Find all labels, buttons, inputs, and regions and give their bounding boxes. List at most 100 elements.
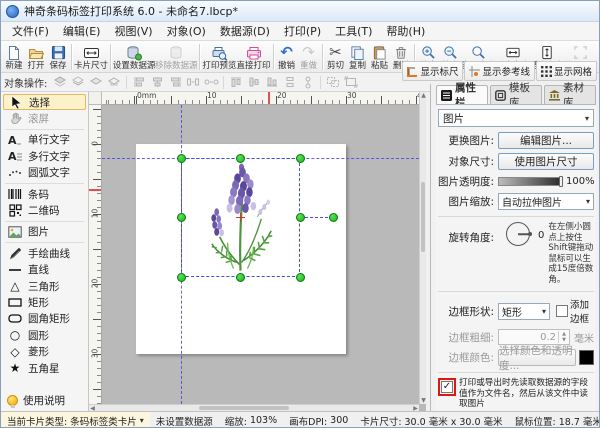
scroll-left-arrow[interactable]: ◀ <box>89 405 96 411</box>
pen-icon <box>7 246 23 260</box>
handle-bottom-right[interactable] <box>295 272 305 282</box>
menu-datasource[interactable]: 数据源(D) <box>213 22 277 41</box>
tool-qrcode[interactable]: 二维码 <box>1 202 88 218</box>
properties-list-icon <box>441 89 452 101</box>
canvas-horizontal-scrollbar[interactable]: ◀ ▶ <box>89 404 419 411</box>
tab-properties[interactable]: 属性栏 <box>436 82 488 109</box>
title-bar: 神奇条码标签打印系统 6.0 - 未命名7.lbcp* <box>1 1 599 22</box>
tool-triangle[interactable]: △ 三角形 <box>1 278 88 294</box>
save-button[interactable]: 保存 <box>47 42 69 72</box>
print-preview-button[interactable]: 打印预览 <box>202 42 236 72</box>
card-size-icon <box>83 44 100 61</box>
tab-materials[interactable]: 素材库 <box>544 82 596 109</box>
cut-button[interactable]: ✂ 剪切 <box>324 42 346 72</box>
multi-text-icon: A <box>7 149 23 163</box>
menu-help[interactable]: 帮助(H) <box>379 22 432 41</box>
rotation-hint-text: 在左侧小圆点上按住Shift键拖动鼠标可以生成15度倍数角。 <box>548 222 594 285</box>
align-right-icon <box>167 75 183 90</box>
border-shape-dropdown[interactable]: 矩形 ▾ <box>498 302 550 320</box>
show-guides-button[interactable]: 显示参考线 <box>464 61 535 81</box>
tool-star[interactable]: ★ 五角星 <box>1 360 88 376</box>
menu-print[interactable]: 打印(P) <box>277 22 328 41</box>
undo-button[interactable]: ↶ 撤销 <box>276 42 298 72</box>
zoom-in-icon <box>421 44 436 61</box>
menu-file[interactable]: 文件(F) <box>5 22 56 41</box>
add-border-checkbox[interactable] <box>556 305 568 317</box>
tool-rounded-rectangle[interactable]: 圆角矩形 <box>1 311 88 327</box>
opacity-slider-knob[interactable] <box>559 176 563 187</box>
edit-image-button[interactable]: 编辑图片... <box>498 132 594 149</box>
star-icon: ★ <box>9 361 21 376</box>
tool-freehand-curve[interactable]: 手绘曲线 <box>1 245 88 261</box>
toolbar-separator <box>272 44 274 70</box>
bring-forward-icon <box>88 75 104 90</box>
rotation-value: 0 <box>538 230 545 241</box>
read-filename-from-datasource-checkbox[interactable]: ✓ <box>441 381 453 393</box>
tool-multi-line-text[interactable]: A 多行文字 <box>1 148 88 164</box>
open-button[interactable]: 打开 <box>25 42 47 72</box>
tool-arc-text[interactable]: 圆弧文字 <box>1 165 88 181</box>
tool-barcode[interactable]: 条码 <box>1 186 88 202</box>
handle-top-center[interactable] <box>236 153 245 163</box>
direct-print-button[interactable]: 直接打印 <box>236 42 271 72</box>
barcode-icon <box>7 187 23 201</box>
object-type-dropdown[interactable]: 图片 ▾ <box>438 109 594 127</box>
full-page-icon <box>573 44 588 61</box>
rotation-handle[interactable] <box>328 213 338 222</box>
menu-object[interactable]: 对象(O) <box>160 22 213 41</box>
card-type-dropdown[interactable]: 当前卡片类型: 条码标签类卡片 ▾ <box>1 412 150 427</box>
image-scale-dropdown[interactable]: 自动拉伸图片 ▾ <box>498 193 594 210</box>
vertical-scroll-thumb[interactable] <box>421 182 425 252</box>
opacity-slider[interactable] <box>498 176 563 187</box>
opacity-label: 图片透明度: <box>438 176 495 188</box>
paste-button[interactable]: 粘贴 <box>368 42 390 72</box>
circle-icon: ○ <box>9 328 21 343</box>
redo-icon: ↷ <box>302 43 315 61</box>
scroll-down-arrow[interactable]: ▼ <box>420 397 426 404</box>
scroll-up-arrow[interactable]: ▲ <box>420 92 426 99</box>
tab-templates[interactable]: 模板库 <box>490 82 542 109</box>
tool-line[interactable]: 直线 <box>1 262 88 278</box>
rotation-dial[interactable] <box>506 222 532 246</box>
show-ruler-button[interactable]: 显示标尺 <box>402 61 464 81</box>
handle-bottom-left[interactable] <box>176 272 186 282</box>
border-width-label: 边框粗细: <box>448 331 494 344</box>
set-datasource-button[interactable]: 设置数据源 <box>113 42 155 72</box>
menu-view[interactable]: 视图(V) <box>107 22 159 41</box>
show-grid-button[interactable]: 显示网格 <box>535 61 597 81</box>
design-canvas[interactable]: 0mm 10 20 30 40 0 10 20 30 <box>89 92 426 411</box>
open-folder-icon <box>28 44 44 61</box>
toolbar-separator <box>71 44 72 70</box>
hand-icon <box>7 112 23 126</box>
menu-edit[interactable]: 编辑(E) <box>56 22 108 41</box>
handle-middle-right[interactable] <box>295 213 305 222</box>
cursor-icon <box>8 95 24 110</box>
tool-rectangle[interactable]: 矩形 <box>1 294 88 310</box>
usage-help-link[interactable]: 使用说明 <box>1 391 88 409</box>
undo-icon: ↶ <box>280 43 293 61</box>
tool-single-line-text[interactable]: A 单行文字 <box>1 132 88 148</box>
handle-top-left[interactable] <box>176 153 186 163</box>
align-middle-icon <box>246 75 262 90</box>
tool-pan: 滚屏 <box>1 110 88 126</box>
handle-middle-left[interactable] <box>176 213 186 222</box>
bank-building-icon <box>549 89 560 101</box>
ruler-icon <box>407 66 418 77</box>
panel-body: 图片 ▾ 更换图片: 编辑图片... 对象尺寸: 使用图片尺寸 图片透明度: 1… <box>436 104 596 427</box>
handle-bottom-center[interactable] <box>236 272 245 282</box>
use-image-size-button[interactable]: 使用图片尺寸 <box>498 153 594 170</box>
card-size-button[interactable]: 卡片尺寸 <box>74 42 108 72</box>
tool-select[interactable]: 选择 <box>3 94 86 111</box>
ruler-corner <box>89 92 102 105</box>
new-button[interactable]: 新建 <box>3 42 25 72</box>
tool-circle[interactable]: ○ 圆形 <box>1 327 88 343</box>
handle-top-right[interactable] <box>295 153 305 163</box>
horizontal-scroll-thumb[interactable] <box>199 406 289 410</box>
tool-image[interactable]: 图片 <box>1 224 88 240</box>
scroll-right-arrow[interactable]: ▶ <box>412 405 419 411</box>
tool-diamond[interactable]: ◇ 菱形 <box>1 343 88 359</box>
menu-tools[interactable]: 工具(T) <box>328 22 379 41</box>
canvas-vertical-scrollbar[interactable]: ▲ ▼ <box>419 92 426 404</box>
grid-icon <box>540 65 552 77</box>
copy-button[interactable]: 复制 <box>346 42 368 72</box>
